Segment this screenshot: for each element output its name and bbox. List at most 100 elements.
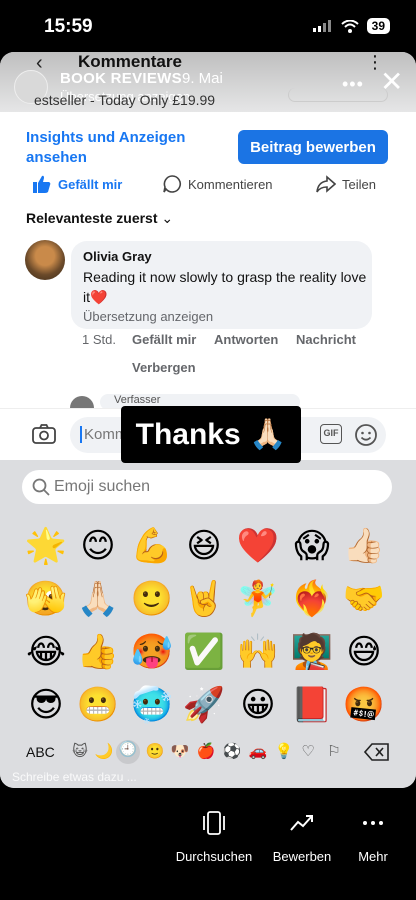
sort-label: Relevanteste zuerst (26, 210, 158, 226)
emoji-key[interactable]: 🫣 (20, 573, 72, 625)
emoji-key[interactable]: 🌟 (20, 520, 72, 572)
emoji-key[interactable]: 📕 (286, 679, 338, 731)
battery-indicator: 39 (366, 18, 390, 34)
emoji-key[interactable]: 🤬 (338, 679, 390, 731)
emoji-key[interactable]: 😂 (20, 626, 72, 678)
emoji-row: 😎 😬 🥶 🚀 😀 📕 🤬 (20, 679, 416, 732)
status-time: 15:59 (44, 16, 93, 37)
story-username[interactable]: BOOK REVIEWS (60, 70, 182, 87)
emoji-key[interactable]: 😱 (286, 520, 338, 572)
post-panel: Insights und Anzeigen ansehen Beitrag be… (0, 112, 416, 420)
category-recent-icon[interactable]: 🕘 (116, 740, 140, 764)
trend-icon (290, 815, 313, 831)
comment-like-link[interactable]: Gefällt mir (132, 332, 196, 347)
story-date: 9. Mai (182, 70, 223, 87)
insights-link[interactable]: Insights und Anzeigen ansehen (26, 128, 206, 168)
category-food-icon[interactable]: 🍎 (196, 742, 216, 760)
comment-reply-link[interactable]: Antworten (214, 332, 278, 347)
emoji-key[interactable]: 🧚 (232, 573, 284, 625)
comments-title: Kommentare (78, 52, 182, 71)
promote-button[interactable]: Bewerben (266, 810, 338, 864)
wifi-icon (340, 19, 359, 33)
bestseller-text: estseller - Today Only £19.99 (34, 92, 216, 108)
emoji-grid: 🌟 😊 💪 😆 ❤️ 😱 👍🏻 🫣 🙏🏻 🙂 🤘 🧚 ❤️‍🔥 🤝 😂 👍 🥵 ✅ 🙌 🧑‍🏫 😅 😎 😬 🥶 🚀 😀 📕 🤬 (20, 520, 416, 732)
like-action[interactable]: Gefällt mir (32, 174, 122, 194)
emoji-key[interactable]: 🧑‍🏫 (286, 626, 338, 678)
comment-message-link[interactable]: Nachricht (296, 332, 356, 347)
comment-bubble-icon (163, 175, 181, 193)
emoji-key[interactable]: ✅ (178, 626, 230, 678)
abc-key[interactable]: ABC (26, 744, 55, 760)
emoji-key[interactable]: 💪 (126, 520, 178, 572)
emoji-row: 🫣 🙏🏻 🙂 🤘 🧚 ❤️‍🔥 🤝 (20, 573, 416, 626)
more-icon (363, 821, 383, 825)
comment-label: Kommentieren (188, 176, 273, 192)
cellular-signal-icon (312, 20, 331, 32)
category-animals-icon[interactable]: 🐶 (170, 742, 190, 760)
more-button[interactable]: Mehr (346, 810, 400, 864)
browse-icon (203, 811, 225, 835)
emoji-key[interactable]: ❤️‍🔥 (286, 573, 338, 625)
emoji-row: 😂 👍 🥵 ✅ 🙌 🧑‍🏫 😅 (20, 626, 416, 679)
category-smileys-icon[interactable]: 🙂 (145, 742, 165, 760)
comment-action[interactable]: Kommentieren (162, 174, 273, 194)
comment-time: 1 Std. (82, 332, 116, 347)
status-icons: 39 (312, 18, 390, 34)
gif-icon[interactable]: GIF (320, 424, 342, 444)
promote-label: Bewerben (272, 849, 332, 864)
chevron-down-icon: ⌄ (161, 210, 174, 226)
emoji-key[interactable]: 🥶 (126, 679, 178, 731)
emoji-search-field[interactable]: Emoji suchen (22, 470, 392, 504)
comment-hide-link[interactable]: Verbergen (132, 360, 196, 375)
emoji-key[interactable]: 😊 (72, 520, 124, 572)
emoji-key[interactable]: 😎 (20, 679, 72, 731)
sort-dropdown[interactable]: Relevanteste zuerst ⌄ (26, 210, 173, 227)
emoji-smiley-icon[interactable] (354, 423, 378, 447)
emoji-category-bar: ABC 😺 🌙 🕘 🙂 🐶 🍎 ⚽ 🚗 💡 ♡ ⚐ (0, 740, 416, 764)
emoji-key[interactable]: 😆 (178, 520, 230, 572)
story-more-icon[interactable]: ••• (342, 74, 364, 95)
thumbs-up-icon (33, 175, 51, 193)
category-activity-icon[interactable]: ⚽ (222, 742, 242, 760)
category-symbols-icon[interactable]: ♡ (298, 742, 318, 760)
emoji-key[interactable]: 🚀 (178, 679, 230, 731)
emoji-row: 🌟 😊 💪 😆 ❤️ 😱 👍🏻 (20, 520, 416, 573)
emoji-key[interactable]: 😬 (72, 679, 124, 731)
emoji-key[interactable]: ❤️ (232, 520, 284, 572)
emoji-key[interactable]: 😅 (338, 626, 390, 678)
bottom-bar: Durchsuchen Bewerben Mehr (0, 800, 416, 900)
emoji-key[interactable]: 🤘 (178, 573, 230, 625)
comment-text: Reading it now slowly to grasp the reali… (83, 269, 367, 305)
comment-translate-link[interactable]: Übersetzung anzeigen (83, 309, 213, 324)
category-moon-icon[interactable]: 🌙 (94, 742, 114, 760)
emoji-key[interactable]: 😀 (232, 679, 284, 731)
emoji-key[interactable]: 🙌 (232, 626, 284, 678)
share-action[interactable]: Teilen (316, 174, 376, 194)
share-arrow-icon (316, 175, 336, 193)
camera-icon[interactable] (32, 423, 56, 445)
emoji-key[interactable]: 🥵 (126, 626, 178, 678)
emoji-key[interactable]: 🙂 (126, 573, 178, 625)
emoji-key[interactable]: 👍 (72, 626, 124, 678)
category-travel-icon[interactable]: 🚗 (248, 742, 268, 760)
emoji-key[interactable]: 🤝 (338, 573, 390, 625)
category-flags-icon[interactable]: ⚐ (324, 742, 344, 760)
emoji-key[interactable]: 🙏🏻 (72, 573, 124, 625)
emoji-key[interactable]: 👍🏻 (338, 520, 390, 572)
emoji-keyboard: Emoji suchen 🌟 😊 💪 😆 ❤️ 😱 👍🏻 🫣 🙏🏻 🙂 🤘 🧚 ❤️‍🔥 🤝 😂 👍 🥵 ✅ 🙌 🧑‍… (0, 460, 416, 788)
status-bar: 15:59 39 (0, 0, 416, 52)
category-animoji-icon[interactable]: 😺 (70, 742, 90, 760)
category-objects-icon[interactable]: 💡 (274, 742, 294, 760)
thanks-caption-sticker[interactable]: Thanks 🙏🏻 (121, 406, 301, 463)
browse-button[interactable]: Durchsuchen (174, 810, 254, 864)
story-close-icon[interactable]: ✕ (380, 68, 403, 96)
delete-key-icon[interactable] (364, 742, 390, 762)
commenter-avatar[interactable] (25, 240, 65, 280)
comment-author[interactable]: Olivia Gray (83, 249, 152, 264)
story-text-hint: Schreibe etwas dazu ... (12, 770, 137, 784)
comment-bubble: Olivia Gray Reading it now slowly to gra… (71, 241, 372, 329)
promote-post-button[interactable]: Beitrag bewerben (238, 130, 388, 164)
like-label: Gefällt mir (58, 176, 123, 192)
search-icon (32, 478, 50, 496)
share-label: Teilen (342, 176, 376, 192)
